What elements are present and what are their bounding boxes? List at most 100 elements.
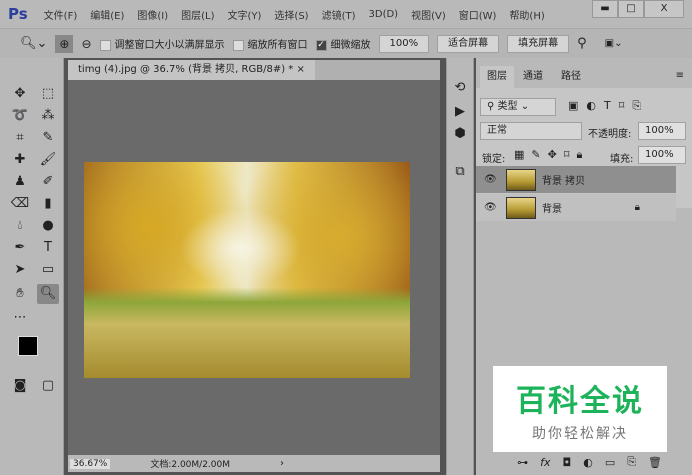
scrubby-zoom-checkbox[interactable]: ✓ 细微缩放 xyxy=(315,36,371,51)
tab-channels[interactable]: 通道 xyxy=(516,66,550,88)
tab-paths[interactable]: 路径 xyxy=(554,66,588,88)
filter-type-value: 类型 xyxy=(497,101,518,112)
photoshop-logo: Ps xyxy=(8,5,28,23)
resize-windows-label: 调整窗口大小以满屏显示 xyxy=(114,40,225,51)
tab-layers[interactable]: 图层 xyxy=(480,66,514,88)
hand-tool-icon[interactable]: ✋︎ xyxy=(9,284,31,304)
panel-menu-icon[interactable]: ≡ xyxy=(676,70,684,81)
path-selection-icon[interactable]: ➤ xyxy=(9,260,31,280)
menu-edit[interactable]: 编辑(E) xyxy=(90,7,124,22)
zoom-in-icon[interactable]: ⊕ xyxy=(55,34,74,53)
layer-thumbnail xyxy=(506,196,536,219)
zoom-out-icon[interactable]: ⊖ xyxy=(81,37,91,51)
search-icon[interactable]: ⚲ xyxy=(577,36,587,51)
fill-screen-button[interactable]: 填充屏幕 xyxy=(507,34,570,53)
menu-filter[interactable]: 滤镜(T) xyxy=(322,7,356,22)
pen-tool-icon[interactable]: ✒ xyxy=(9,238,31,258)
history-brush-icon[interactable]: ✐ xyxy=(37,172,59,192)
visibility-eye-icon[interactable]: 👁︎ xyxy=(484,174,497,185)
document-size: 文档:2.00M/2.00M xyxy=(150,460,231,470)
screen-mode-icon[interactable]: ▢ xyxy=(37,376,59,396)
scrubby-zoom-label: 细微缩放 xyxy=(330,40,371,51)
zoom-tool-icon[interactable]: 🔍︎ xyxy=(37,284,59,304)
lock-label: 锁定: xyxy=(482,154,506,165)
zoom-all-label: 缩放所有窗口 xyxy=(247,40,308,51)
menu-window[interactable]: 窗口(W) xyxy=(459,7,497,22)
filter-icons[interactable]: ▣◐T⌑⎘ xyxy=(568,99,649,113)
layer-name: 背景 xyxy=(542,204,562,215)
new-layer-icon[interactable]: ⎘ xyxy=(627,455,636,469)
zoom-all-checkbox[interactable]: 缩放所有窗口 xyxy=(232,36,308,51)
tools-panel: ✥ ⬚ ➰ ⁂ ⌗ ✎ ✚ 🖌︎ ♟ ✐ ⌫ ▮ 💧︎ ● ✒ T ➤ ▭ ✋︎… xyxy=(0,58,64,475)
add-mask-icon[interactable]: ◘ xyxy=(563,456,572,469)
document-tab-title: timg (4).jpg @ 36.7% (背景 拷贝, RGB/8#) * xyxy=(78,64,294,75)
menu-file[interactable]: 文件(F) xyxy=(44,7,78,22)
link-layers-icon[interactable]: ⊶ xyxy=(517,456,528,469)
lock-icons[interactable]: ▦✎✥⌑🔒︎ xyxy=(514,148,589,162)
fill-label: 填充: xyxy=(610,154,634,165)
healing-brush-icon[interactable]: ✚ xyxy=(9,150,31,170)
maximize-button[interactable]: □ xyxy=(618,0,644,18)
history-icon[interactable]: ⟲ xyxy=(449,78,471,98)
gradient-icon[interactable]: ▮ xyxy=(37,194,59,214)
dodge-tool-icon[interactable]: ● xyxy=(37,216,59,236)
actions-play-icon[interactable]: ▶ xyxy=(449,102,471,122)
lock-icon: 🔒︎ xyxy=(634,202,640,213)
menu-type[interactable]: 文字(Y) xyxy=(228,7,262,22)
zoom-100-button[interactable]: 100% xyxy=(378,34,430,53)
minimize-button[interactable]: ▬ xyxy=(592,0,618,18)
document-tab[interactable]: timg (4).jpg @ 36.7% (背景 拷贝, RGB/8#) * × xyxy=(68,60,315,80)
magic-wand-icon[interactable]: ⁂ xyxy=(37,106,59,126)
status-bar: 36.67% 文档:2.00M/2.00M › xyxy=(68,455,440,472)
more-tools-icon[interactable]: ⋯ xyxy=(9,308,31,328)
close-tab-icon[interactable]: × xyxy=(296,64,304,75)
rectangle-tool-icon[interactable]: ▭ xyxy=(37,260,59,280)
fit-screen-button[interactable]: 适合屏幕 xyxy=(437,34,500,53)
opacity-field[interactable]: 100% xyxy=(638,122,686,140)
filter-type-select[interactable]: ⚲ 类型 ⌄ xyxy=(480,98,556,116)
blend-mode-select[interactable]: 正常 xyxy=(480,122,582,140)
menu-3d[interactable]: 3D(D) xyxy=(369,9,399,20)
fill-field[interactable]: 100% xyxy=(638,146,686,164)
layer-row-background[interactable]: 👁︎ 背景 🔒︎ xyxy=(476,194,676,221)
quick-mask-icon[interactable]: ◙ xyxy=(9,376,31,396)
menu-view[interactable]: 视图(V) xyxy=(411,7,446,22)
layer-name: 背景 拷贝 xyxy=(542,176,586,187)
blur-tool-icon[interactable]: 💧︎ xyxy=(9,216,31,236)
fx-icon[interactable]: fx xyxy=(540,456,550,469)
autumn-painting-image[interactable] xyxy=(84,162,410,378)
menu-image[interactable]: 图像(I) xyxy=(137,7,168,22)
zoom-level-field[interactable]: 36.67% xyxy=(70,458,111,469)
delete-layer-icon[interactable]: 🗑︎ xyxy=(648,456,662,469)
blend-mode-value: 正常 xyxy=(487,125,507,136)
watermark: 百科全说 助你轻松解决 xyxy=(493,366,667,452)
adjustment-layer-icon[interactable]: ◐ xyxy=(583,456,593,469)
move-tool-icon[interactable]: ✥ xyxy=(9,84,31,104)
menu-layer[interactable]: 图层(L) xyxy=(181,7,214,22)
workspace-icon[interactable]: ▣⌄ xyxy=(605,38,623,49)
crop-tool-icon[interactable]: ⌗ xyxy=(9,128,31,148)
menu-select[interactable]: 选择(S) xyxy=(274,7,308,22)
visibility-eye-icon[interactable]: 👁︎ xyxy=(484,202,497,213)
layers-panel-footer: ⊶ fx ◘ ◐ ▭ ⎘ 🗑︎ xyxy=(476,452,692,472)
menu-bar: Ps 文件(F) 编辑(E) 图像(I) 图层(L) 文字(Y) 选择(S) 滤… xyxy=(0,0,692,28)
layer-row-background-copy[interactable]: 👁︎ 背景 拷贝 xyxy=(476,166,676,193)
type-tool-icon[interactable]: T xyxy=(37,238,59,258)
new-group-icon[interactable]: ▭ xyxy=(605,456,615,469)
properties-icon[interactable]: ⧉ xyxy=(449,162,471,182)
eyedropper-icon[interactable]: ✎ xyxy=(37,128,59,148)
stamp-tool-icon[interactable]: ♟ xyxy=(9,172,31,192)
marquee-tool-icon[interactable]: ⬚ xyxy=(37,84,59,104)
resize-windows-checkbox[interactable]: 调整窗口大小以满屏显示 xyxy=(99,36,225,51)
zoom-tool-preset-icon[interactable]: 🔍︎⌄ xyxy=(20,36,47,51)
foreground-color-swatch[interactable] xyxy=(18,336,38,356)
opacity-label: 不透明度: xyxy=(588,129,632,140)
brush-tool-icon[interactable]: 🖌︎ xyxy=(37,150,59,170)
eraser-icon[interactable]: ⌫ xyxy=(9,194,31,214)
close-button[interactable]: X xyxy=(644,0,684,18)
collapsed-panel-dock: ⟲ ▶ ⬢ ⧉ xyxy=(446,58,474,475)
menu-help[interactable]: 帮助(H) xyxy=(509,7,544,22)
status-menu-arrow[interactable]: › xyxy=(280,458,284,469)
lasso-tool-icon[interactable]: ➰ xyxy=(9,106,31,126)
3d-icon[interactable]: ⬢ xyxy=(449,124,471,144)
